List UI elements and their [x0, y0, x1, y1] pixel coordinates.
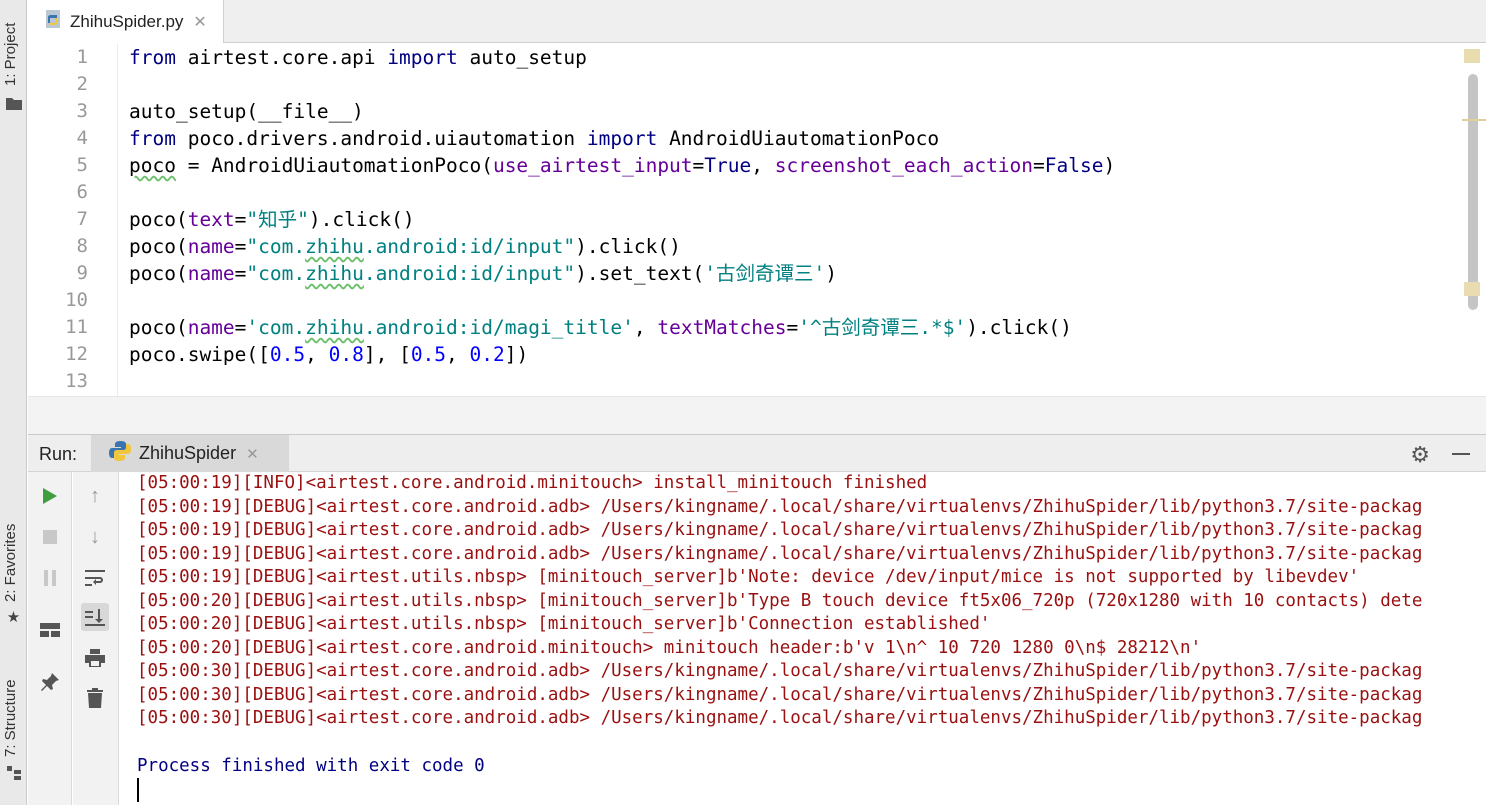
minimize-icon[interactable]: [1452, 453, 1470, 455]
log-line: [05:00:19][DEBUG]<airtest.core.android.a…: [137, 520, 1423, 540]
code-line-3: auto_setup(__file__): [129, 100, 364, 123]
process-finished-message: Process finished with exit code 0: [137, 756, 485, 776]
favorites-tab-label: 2: Favorites: [2, 523, 19, 602]
code-line-5: poco = AndroidUiautomationPoco(use_airte…: [129, 154, 1116, 177]
log-line: [05:00:20][DEBUG]<airtest.utils.nbsp> [m…: [137, 590, 1423, 611]
code-line-11: poco(name='com.zhihu.android:id/magi_tit…: [129, 316, 1072, 339]
close-icon[interactable]: ✕: [193, 12, 206, 32]
line-number: 8: [76, 235, 88, 257]
structure-icon: [5, 764, 22, 781]
pin-icon[interactable]: [36, 668, 64, 696]
soft-wrap-icon[interactable]: [81, 564, 109, 592]
line-number: 11: [65, 316, 88, 338]
run-label: Run:: [39, 444, 78, 464]
warning-marker-bottom[interactable]: [1464, 282, 1480, 296]
console-output[interactable]: [05:00:19][INFO]<airtest.core.android.mi…: [120, 472, 1486, 805]
text-caret: [137, 778, 139, 802]
python-file-icon: [44, 9, 64, 34]
line-number: 12: [65, 343, 88, 365]
run-tab-label: ZhihuSpider: [139, 443, 237, 463]
code-line-1: from airtest.core.api import auto_setup: [129, 46, 587, 69]
run-toolbar-secondary: ↑ ↓: [73, 472, 119, 805]
arrow-down-icon[interactable]: ↓: [81, 523, 109, 551]
star-icon: ★: [6, 608, 21, 626]
editor-scrollbar[interactable]: [1456, 44, 1486, 396]
favorites-tool-tab[interactable]: 2: Favorites ★: [0, 500, 27, 635]
project-tab-label: 1: Project: [2, 22, 19, 86]
log-line: [05:00:19][DEBUG]<airtest.core.android.a…: [137, 496, 1423, 517]
code-line-8: poco(name="com.zhihu.android:id/input").…: [129, 235, 681, 258]
line-number-gutter: 1 2 3 4 5 6 7 8 9 10 11 12 13: [28, 44, 118, 396]
line-number: 5: [76, 154, 88, 176]
warning-marker[interactable]: [1464, 49, 1480, 63]
scrollbar-thumb[interactable]: [1468, 74, 1478, 310]
line-number: 9: [76, 262, 88, 284]
editor-footer: [28, 396, 1486, 434]
line-number: 4: [76, 127, 88, 149]
arrow-up-icon[interactable]: ↑: [81, 482, 109, 510]
log-line: [05:00:30][DEBUG]<airtest.core.android.a…: [137, 661, 1423, 681]
stop-icon[interactable]: [36, 523, 64, 551]
code-editor[interactable]: 1 2 3 4 5 6 7 8 9 10 11 12 13 from airtest.core.api …: [28, 44, 1486, 396]
line-number: 7: [76, 208, 88, 230]
log-line: [05:00:19][DEBUG]<airtest.core.android.a…: [137, 543, 1423, 564]
line-number: 3: [76, 100, 88, 122]
project-tool-tab[interactable]: 1: Project: [0, 0, 27, 115]
log-line: [05:00:20][DEBUG]<airtest.utils.nbsp> [m…: [137, 614, 991, 634]
editor-tab-zhihuspider[interactable]: ZhihuSpider.py ✕: [28, 0, 224, 43]
structure-tab-label: 7: Structure: [2, 679, 19, 757]
error-stripe-mark[interactable]: [1462, 119, 1486, 121]
play-icon[interactable]: [36, 482, 64, 510]
pause-icon[interactable]: [36, 564, 64, 592]
left-tool-stripe: 1: Project 2: Favorites ★ 7: Structure: [0, 0, 27, 805]
log-line: [05:00:30][DEBUG]<airtest.core.android.a…: [137, 684, 1423, 705]
code-line-9: poco(name="com.zhihu.android:id/input").…: [129, 262, 838, 285]
scroll-to-end-icon[interactable]: [81, 603, 109, 631]
trash-icon[interactable]: [81, 684, 109, 712]
log-line: [05:00:19][INFO]<airtest.core.android.mi…: [137, 473, 928, 493]
folder-icon: [5, 95, 22, 112]
line-number: 6: [76, 181, 88, 203]
python-icon: [109, 440, 131, 467]
close-icon[interactable]: ✕: [246, 445, 259, 463]
code-line-7: poco(text="知乎").click(): [129, 208, 415, 231]
editor-tab-bar: ZhihuSpider.py ✕: [28, 0, 1486, 43]
line-number: 10: [65, 289, 88, 311]
print-icon[interactable]: [81, 644, 109, 672]
code-line-4: from poco.drivers.android.uiautomation i…: [129, 127, 940, 150]
log-line: [05:00:19][DEBUG]<airtest.utils.nbsp> [m…: [137, 567, 1360, 587]
run-toolbar-primary: [28, 472, 72, 805]
line-number: 1: [76, 46, 88, 68]
log-line: [05:00:20][DEBUG]<airtest.core.android.m…: [137, 637, 1202, 658]
layout-icon[interactable]: [36, 616, 64, 644]
run-tab-zhihuspider[interactable]: ZhihuSpider ✕: [91, 435, 289, 472]
gear-icon[interactable]: ⚙: [1410, 442, 1430, 468]
run-panel-header: Run: ZhihuSpider ✕ ⚙: [28, 434, 1486, 472]
code-line-12: poco.swipe([0.5, 0.8], [0.5, 0.2]): [129, 343, 529, 366]
log-line: [05:00:30][DEBUG]<airtest.core.android.a…: [137, 708, 1423, 728]
line-number: 13: [65, 370, 88, 392]
editor-tab-label: ZhihuSpider.py: [70, 11, 184, 31]
line-number: 2: [76, 73, 88, 95]
structure-tool-tab[interactable]: 7: Structure: [0, 660, 27, 790]
